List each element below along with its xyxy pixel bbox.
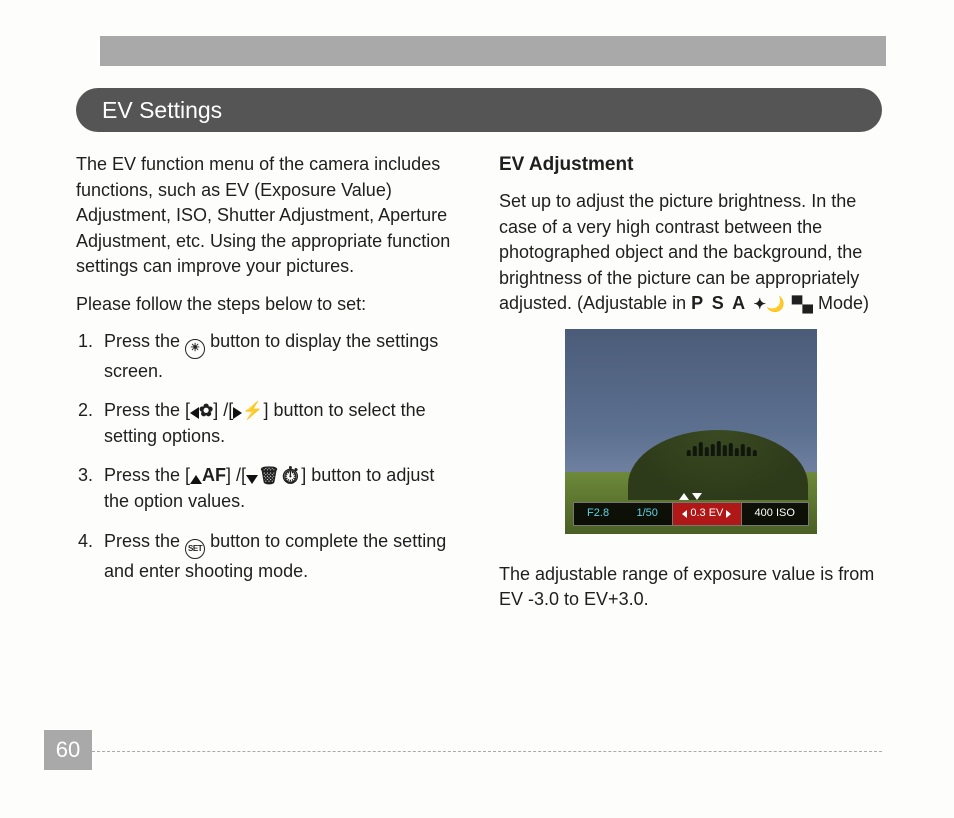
section-header: EV Settings	[76, 88, 882, 132]
left-arrow-icon	[190, 407, 199, 419]
content-area: The EV function menu of the camera inclu…	[76, 152, 882, 625]
steps-list: Press the button to display the settings…	[76, 329, 459, 584]
ev-value-selected: 0.3 EV	[672, 503, 742, 525]
step-2: Press the [✿] /[⚡] button to select the …	[98, 398, 459, 449]
flash-icon: ⚡	[242, 401, 263, 420]
iso-value: 400 ISO	[742, 503, 808, 525]
preview-up-arrow-icon	[679, 493, 689, 500]
intro-paragraph: The EV function menu of the camera inclu…	[76, 152, 459, 280]
page-number: 60	[44, 730, 92, 770]
steps-lead: Please follow the steps below to set:	[76, 292, 459, 318]
aperture-value: F2.8	[574, 503, 623, 525]
handheld-night-mode-icon: ✦🌙	[754, 296, 785, 313]
section-title: EV Settings	[102, 97, 222, 124]
ev-body-b: Mode)	[813, 293, 869, 313]
ev-value-label: 0.3 EV	[690, 506, 723, 522]
step-3-text-a: Press the [	[104, 465, 190, 485]
footer-rule	[92, 751, 882, 752]
camera-preview: F2.8 1/50 0.3 EV 400 ISO	[565, 329, 817, 534]
preview-treeline	[651, 440, 791, 456]
ev-adjustment-body: Set up to adjust the picture brightness.…	[499, 189, 882, 317]
right-arrow-icon	[233, 407, 242, 419]
movie-mode-icon: ▀▄	[792, 296, 813, 313]
step-2-text-b: ] /[	[213, 400, 233, 420]
step-4-text-a: Press the	[104, 531, 185, 551]
preview-statusbar: F2.8 1/50 0.3 EV 400 ISO	[573, 502, 809, 526]
set-button-label: SET	[188, 545, 202, 553]
ev-adjustment-heading: EV Adjustment	[499, 152, 882, 179]
chapter-top-bar	[100, 36, 886, 66]
set-button-icon: SET	[185, 539, 205, 559]
mode-list: P S A ✦🌙 ▀▄	[691, 293, 813, 313]
shutter-value: 1/50	[623, 503, 672, 525]
preview-right-arrow-icon	[726, 510, 731, 518]
ev-button-icon	[185, 339, 205, 359]
ev-range-note: The adjustable range of exposure value i…	[499, 562, 882, 613]
step-4: Press the SET button to complete the set…	[98, 529, 459, 585]
timer-icon: ⏱	[280, 466, 302, 485]
step-3: Press the [AF] /[🗑⏱] button to adjust th…	[98, 463, 459, 514]
preview-updown-arrows	[565, 493, 817, 500]
trash-icon: 🗑	[258, 466, 280, 485]
preview-down-arrow-icon	[692, 493, 702, 500]
preview-left-arrow-icon	[682, 510, 687, 518]
up-arrow-icon	[190, 475, 202, 484]
right-column: EV Adjustment Set up to adjust the pictu…	[499, 152, 882, 625]
down-arrow-icon	[246, 475, 258, 484]
step-3-text-b: ] /[	[226, 465, 246, 485]
left-column: The EV function menu of the camera inclu…	[76, 152, 459, 625]
af-label: AF	[202, 465, 226, 485]
step-1: Press the button to display the settings…	[98, 329, 459, 384]
macro-icon: ✿	[199, 401, 213, 420]
mode-letters: P S A	[691, 293, 746, 313]
step-2-text-a: Press the [	[104, 400, 190, 420]
step-1-text-a: Press the	[104, 331, 185, 351]
